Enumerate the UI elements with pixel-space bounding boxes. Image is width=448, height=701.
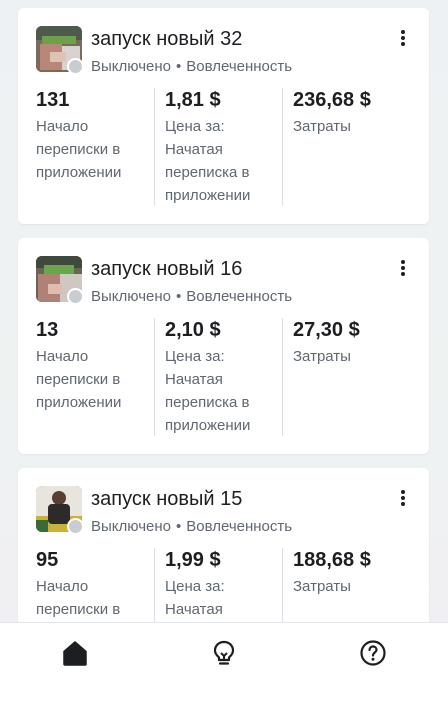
status-dot-off — [67, 288, 84, 305]
metric-cost-per-result: 1,99 $ Цена за: Начатая переписка в прил… — [154, 548, 293, 622]
lightbulb-icon — [213, 640, 235, 665]
home-icon — [63, 641, 87, 666]
campaign-name[interactable]: запуск новый 32 — [91, 28, 242, 51]
metric-results: 13 Начало переписки в приложении — [36, 318, 154, 436]
campaign-status: Выключено — [91, 288, 171, 305]
help-icon — [360, 640, 386, 666]
metric-spend: 236,68 $ Затраты — [282, 88, 423, 206]
metric-label: Начало переписки в приложении — [36, 578, 121, 618]
metrics-row: 13 Начало переписки в приложении 2,10 $ … — [18, 318, 429, 436]
status-separator: • — [175, 58, 182, 75]
metric-label: Начало переписки в приложении — [36, 118, 122, 181]
status-dot-off — [67, 58, 84, 75]
metric-label: Начало переписки в приложении — [36, 348, 122, 411]
metric-value: 1,99 $ — [165, 549, 221, 571]
campaign-status: Выключено — [91, 58, 171, 75]
more-options-icon[interactable] — [391, 26, 415, 50]
metric-value: 131 — [36, 89, 70, 111]
metric-label: Затраты — [293, 118, 351, 135]
more-options-icon[interactable] — [391, 486, 415, 510]
metric-value: 236,68 $ — [293, 89, 371, 111]
metric-spend: 27,30 $ Затраты — [282, 318, 423, 436]
metric-value: 13 — [36, 319, 59, 341]
metric-value: 188,68 $ — [293, 549, 371, 571]
metric-cost-per-result: 1,81 $ Цена за: Начатая переписка в прил… — [154, 88, 293, 206]
metric-label: Цена за: Начатая переписка в приложении — [165, 348, 251, 434]
status-dot-off — [67, 518, 84, 535]
campaign-status-line: Выключено • Вовлеченность — [91, 58, 292, 75]
status-separator: • — [175, 518, 182, 535]
metric-label: Цена за: Начатая переписка в приложении — [165, 578, 225, 618]
campaign-name[interactable]: запуск новый 15 — [91, 488, 242, 511]
campaign-status: Выключено — [91, 518, 171, 535]
campaign-objective: Вовлеченность — [186, 288, 293, 305]
metric-label: Цена за: Начатая переписка в приложении — [165, 118, 251, 204]
metric-results: 95 Начало переписки в приложении — [36, 548, 154, 622]
metric-value: 2,10 $ — [165, 319, 221, 341]
metric-cost-per-result: 2,10 $ Цена за: Начатая переписка в прил… — [154, 318, 293, 436]
metrics-row: 131 Начало переписки в приложении 1,81 $… — [18, 88, 429, 206]
status-separator: • — [175, 288, 182, 305]
campaign-objective: Вовлеченность — [186, 518, 293, 535]
campaign-name[interactable]: запуск новый 16 — [91, 258, 242, 281]
metric-label: Затраты — [293, 578, 351, 595]
campaign-status-line: Выключено • Вовлеченность — [91, 518, 292, 535]
metric-results: 131 Начало переписки в приложении — [36, 88, 154, 206]
metric-spend: 188,68 $ Затраты — [282, 548, 423, 622]
more-options-icon[interactable] — [391, 256, 415, 280]
campaign-card[interactable]: запуск новый 32 Выключено • Вовлеченность … — [18, 8, 429, 224]
bottom-tab-bar — [0, 622, 448, 701]
campaign-status-line: Выключено • Вовлеченность — [91, 288, 292, 305]
home-tab[interactable] — [55, 633, 95, 673]
campaign-objective: Вовлеченность — [186, 58, 293, 75]
metric-value: 27,30 $ — [293, 319, 360, 341]
insights-tab[interactable] — [204, 633, 244, 673]
metrics-row: 95 Начало переписки в приложении 1,99 $ … — [18, 548, 429, 622]
metric-value: 95 — [36, 549, 59, 571]
help-tab[interactable] — [353, 633, 393, 673]
metric-value: 1,81 $ — [165, 89, 221, 111]
campaign-feed[interactable]: запуск новый 32 Выключено • Вовлеченность … — [0, 0, 448, 622]
campaign-card[interactable]: запуск новый 16 Выключено • Вовлеченность … — [18, 238, 429, 454]
campaign-card[interactable]: запуск новый 15 Выключено • Вовлеченность … — [18, 468, 429, 622]
metric-label: Затраты — [293, 348, 351, 365]
